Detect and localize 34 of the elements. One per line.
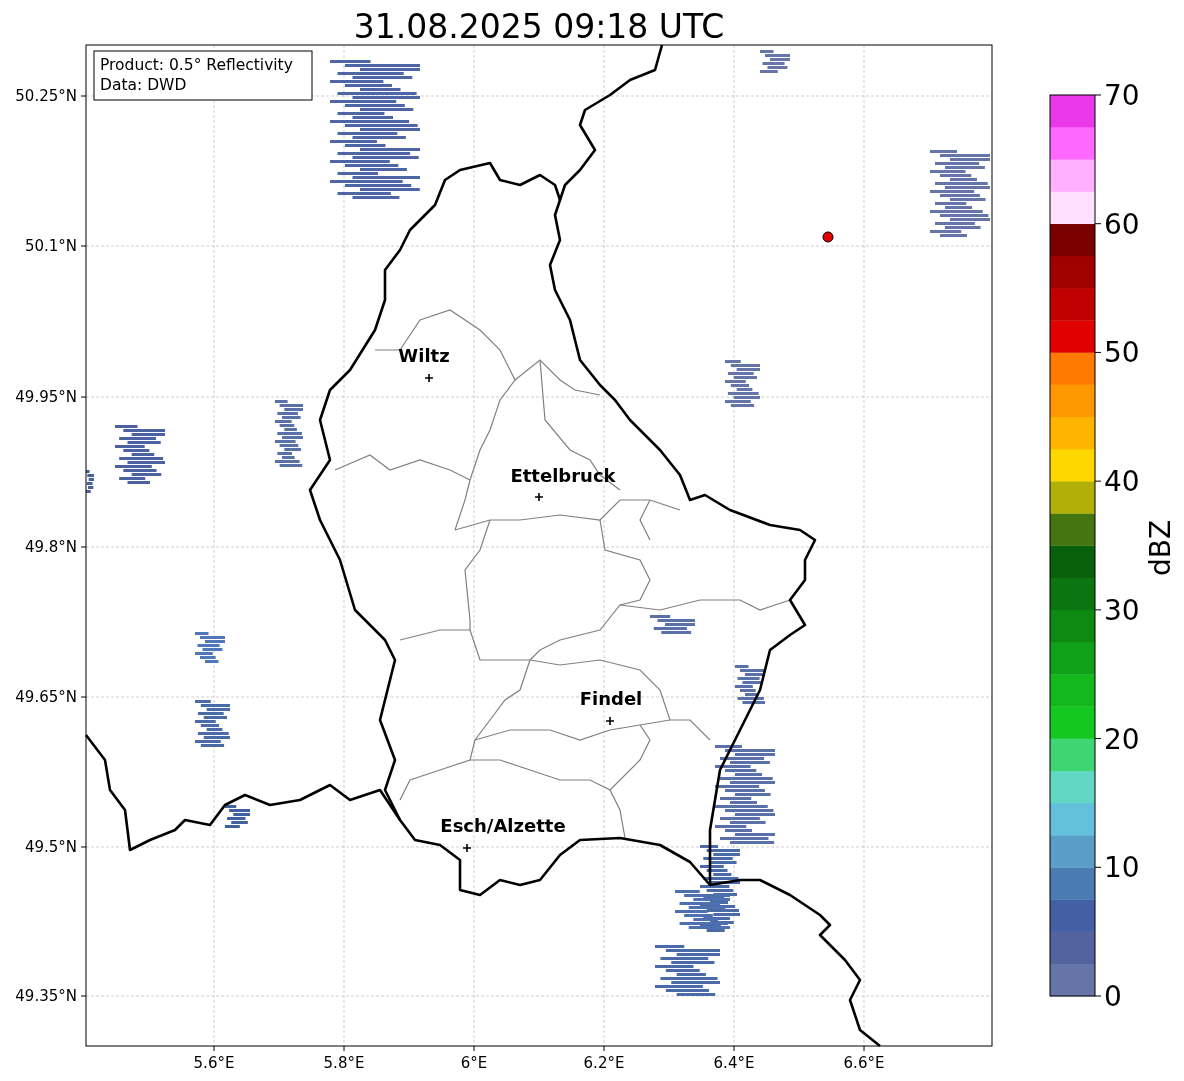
colorbar-tick-label: 10 — [1104, 851, 1140, 885]
city-label: Wiltz — [398, 345, 450, 366]
axis-tick-label: 49.35°N — [15, 987, 77, 1005]
colorbar-tick-label: 30 — [1104, 593, 1140, 627]
colorbar-tick-label: 20 — [1104, 722, 1140, 756]
axis-tick-label: 6.4°E — [713, 1054, 755, 1072]
axis-tick-label: 5.6°E — [193, 1054, 235, 1072]
chart-title: 31.08.2025 09:18 UTC — [353, 7, 725, 46]
city-label: Esch/Alzette — [440, 815, 566, 836]
colorbar-tick-label: 50 — [1104, 336, 1140, 370]
city-marker-icon — [534, 492, 544, 502]
axis-tick-label: 6°E — [460, 1054, 488, 1072]
city-marker-icon — [424, 373, 434, 383]
city-marker-icon — [605, 716, 615, 726]
axis-tick-label: 49.95°N — [15, 388, 77, 406]
axis-tick-label: 6.6°E — [843, 1054, 885, 1072]
info-text: Data: DWD — [100, 76, 187, 94]
axis-tick-label: 49.65°N — [15, 688, 77, 706]
axis-tick-label: 49.5°N — [24, 838, 77, 856]
axis-tick-label: 6.2°E — [583, 1054, 625, 1072]
colorbar-label: dBZ — [1144, 519, 1177, 577]
axis-tick-label: 49.8°N — [24, 538, 77, 556]
info-text: Product: 0.5° Reflectivity — [100, 56, 293, 74]
colorbar-tick-label: 60 — [1104, 207, 1140, 241]
colorbar-tick-label: 70 — [1104, 79, 1140, 112]
axis-tick-label: 5.8°E — [323, 1054, 365, 1072]
colorbar-tick-label: 40 — [1104, 465, 1140, 499]
city-marker-icon — [462, 843, 472, 853]
city-label: Findel — [579, 688, 643, 709]
axis-tick-label: 50.25°N — [15, 87, 77, 105]
location-marker-icon — [822, 231, 834, 243]
colorbar-tick-label: 0 — [1104, 980, 1122, 1013]
axis-tick-label: 50.1°N — [24, 237, 77, 255]
city-label: Ettelbruck — [510, 465, 616, 486]
